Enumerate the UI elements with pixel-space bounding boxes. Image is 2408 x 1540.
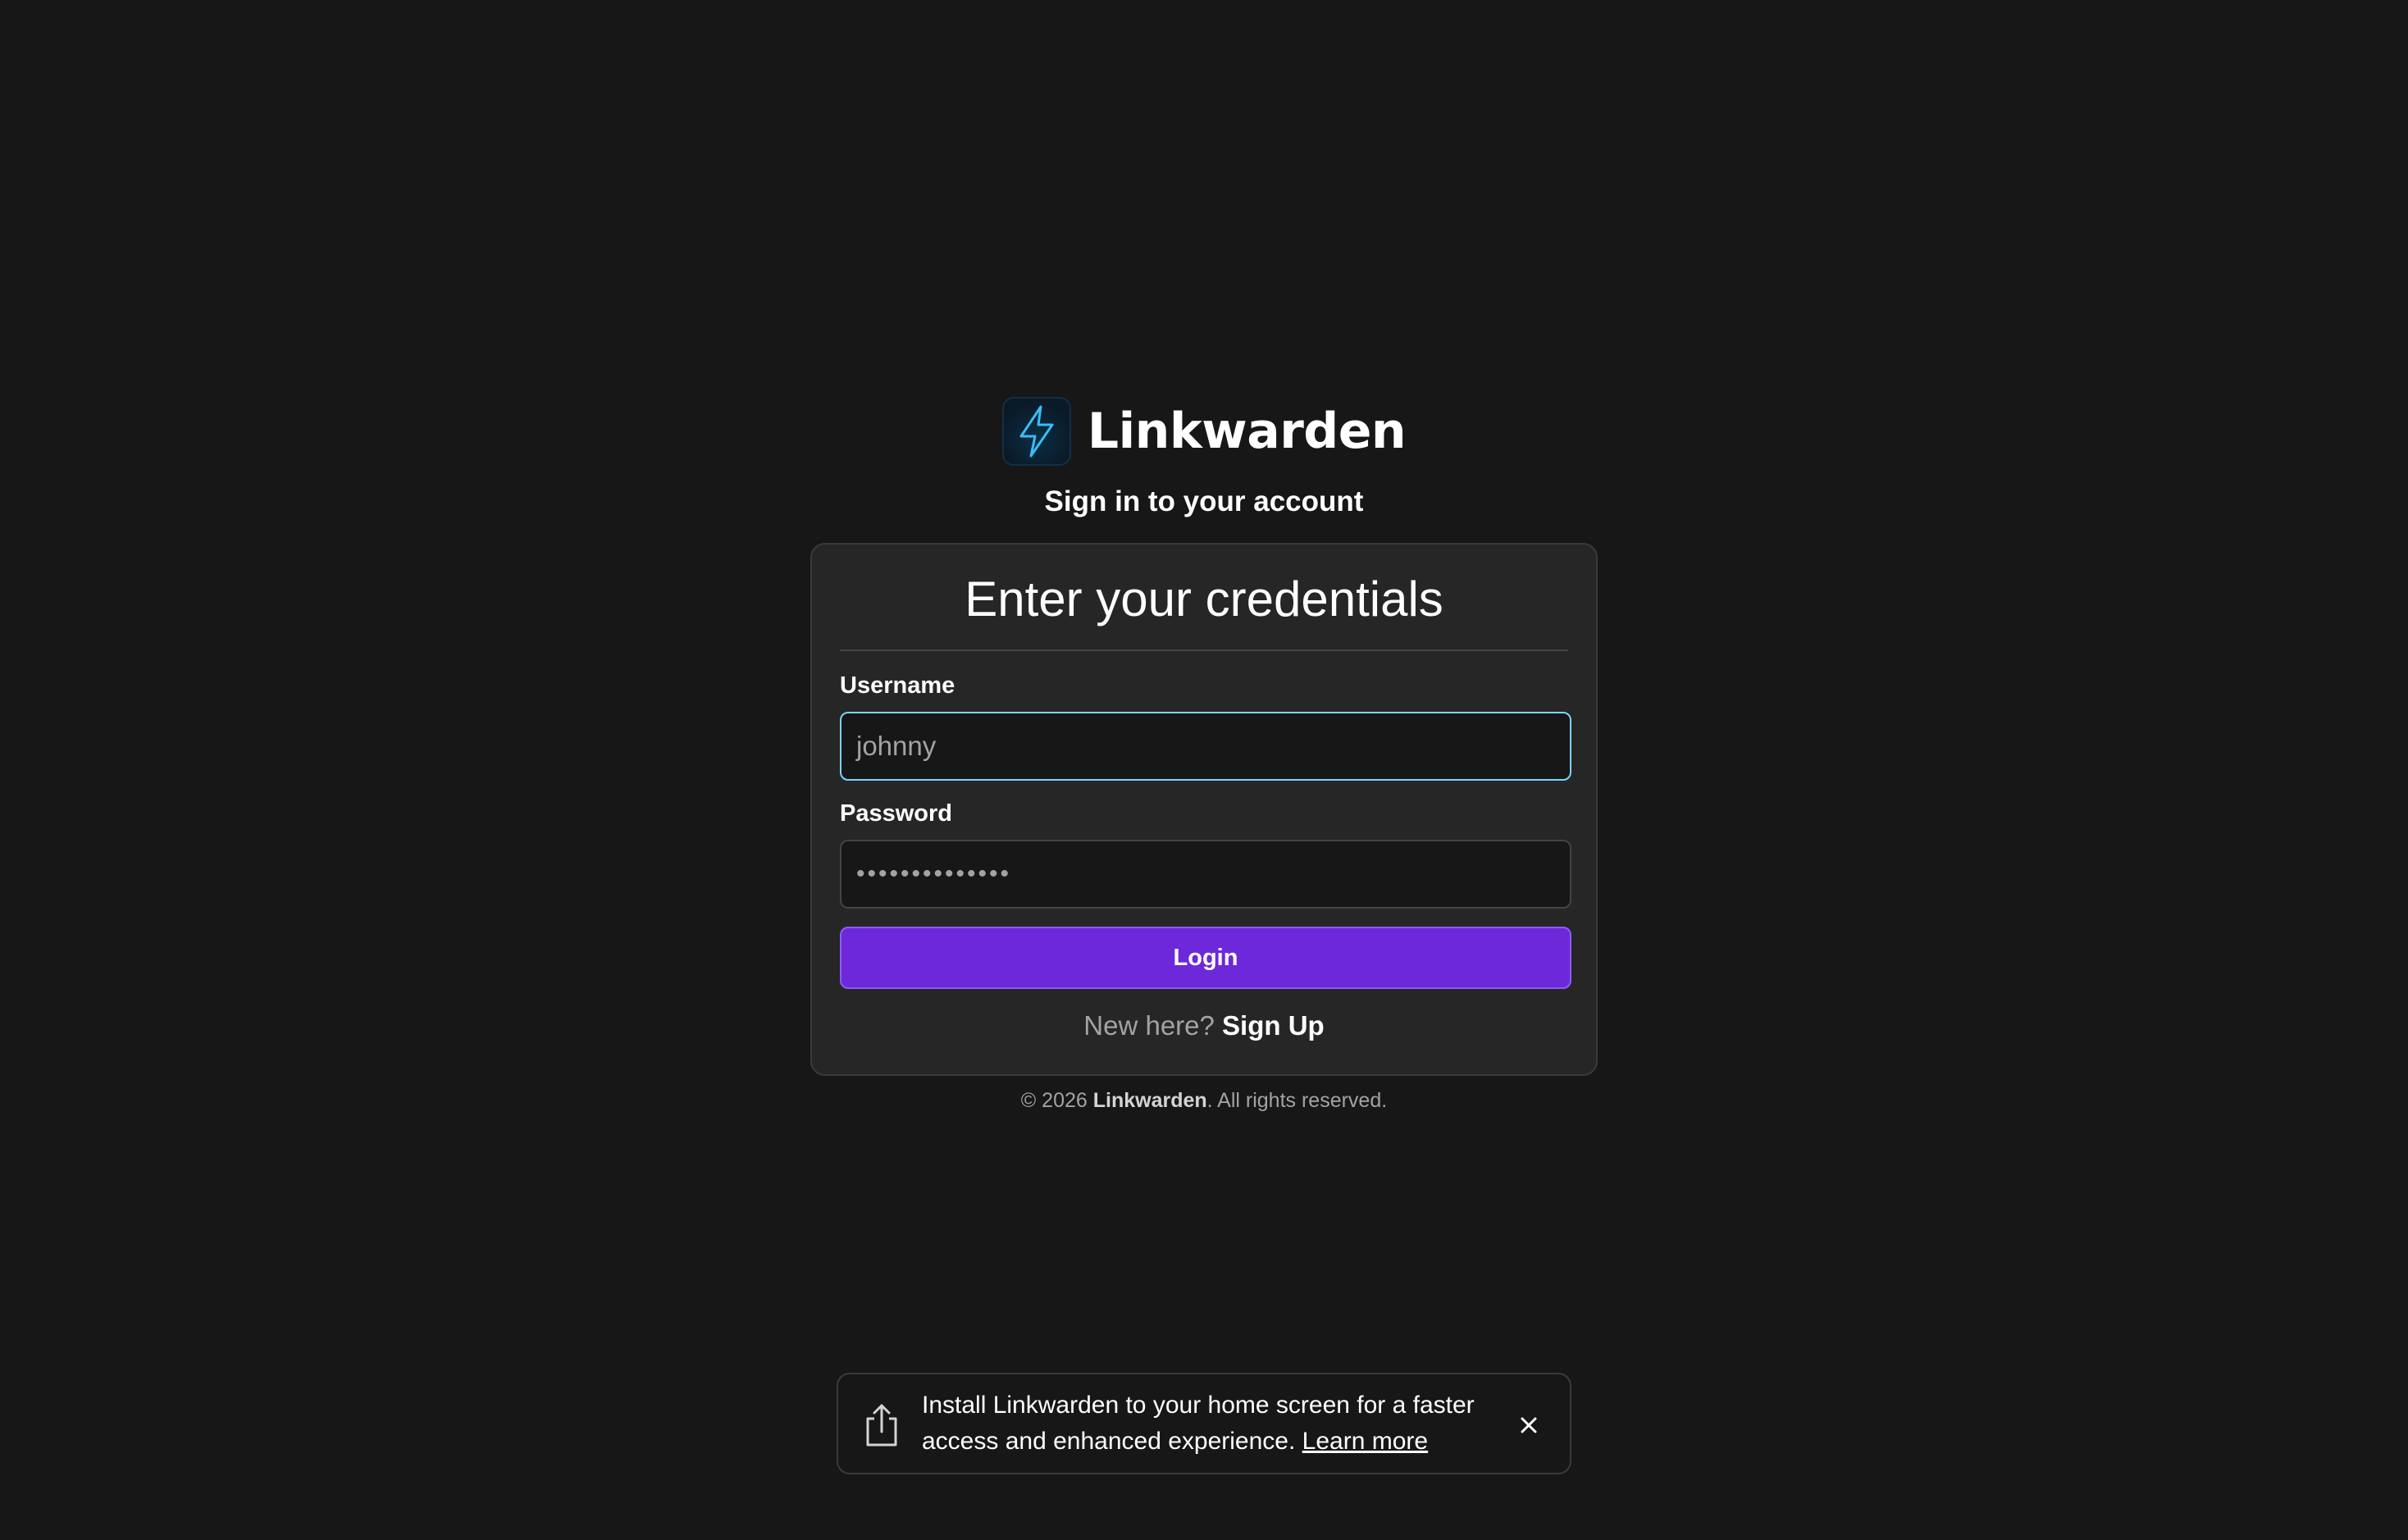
signup-link[interactable]: Sign Up xyxy=(1222,1010,1325,1041)
login-card: Enter your credentials Username johnny P… xyxy=(810,543,1598,1076)
login-button[interactable]: Login xyxy=(840,927,1571,989)
brand-header: Linkwarden xyxy=(0,397,2408,466)
share-icon xyxy=(866,1404,897,1447)
footer-copyright: © 2026 xyxy=(1020,1089,1088,1112)
username-value: johnny xyxy=(856,731,937,761)
footer-rights: . All rights reserved. xyxy=(1206,1089,1388,1112)
install-message: Install Linkwarden to your home screen f… xyxy=(922,1387,1496,1460)
username-field[interactable]: johnny xyxy=(840,712,1571,781)
learn-more-link[interactable]: Learn more xyxy=(1302,1428,1428,1455)
divider xyxy=(840,649,1568,651)
page-subtitle: Sign in to your account xyxy=(1044,485,1364,517)
brand-name: Linkwarden xyxy=(1087,403,1407,460)
password-value: •••••••••••••• xyxy=(856,860,1012,887)
signup-line: New here? Sign Up xyxy=(812,1010,1596,1041)
footer: © 2026 Linkwarden. All rights reserved. xyxy=(0,1089,2408,1113)
close-icon[interactable] xyxy=(1514,1410,1544,1440)
install-banner: Install Linkwarden to your home screen f… xyxy=(837,1373,1571,1474)
password-field[interactable]: •••••••••••••• xyxy=(840,840,1571,909)
signup-prompt: New here? xyxy=(1083,1010,1215,1041)
card-title: Enter your credentials xyxy=(965,572,1443,626)
lightning-bolt-icon xyxy=(1001,397,1071,466)
password-label: Password xyxy=(840,800,952,827)
footer-brand: Linkwarden xyxy=(1092,1089,1207,1112)
username-label: Username xyxy=(840,672,955,699)
